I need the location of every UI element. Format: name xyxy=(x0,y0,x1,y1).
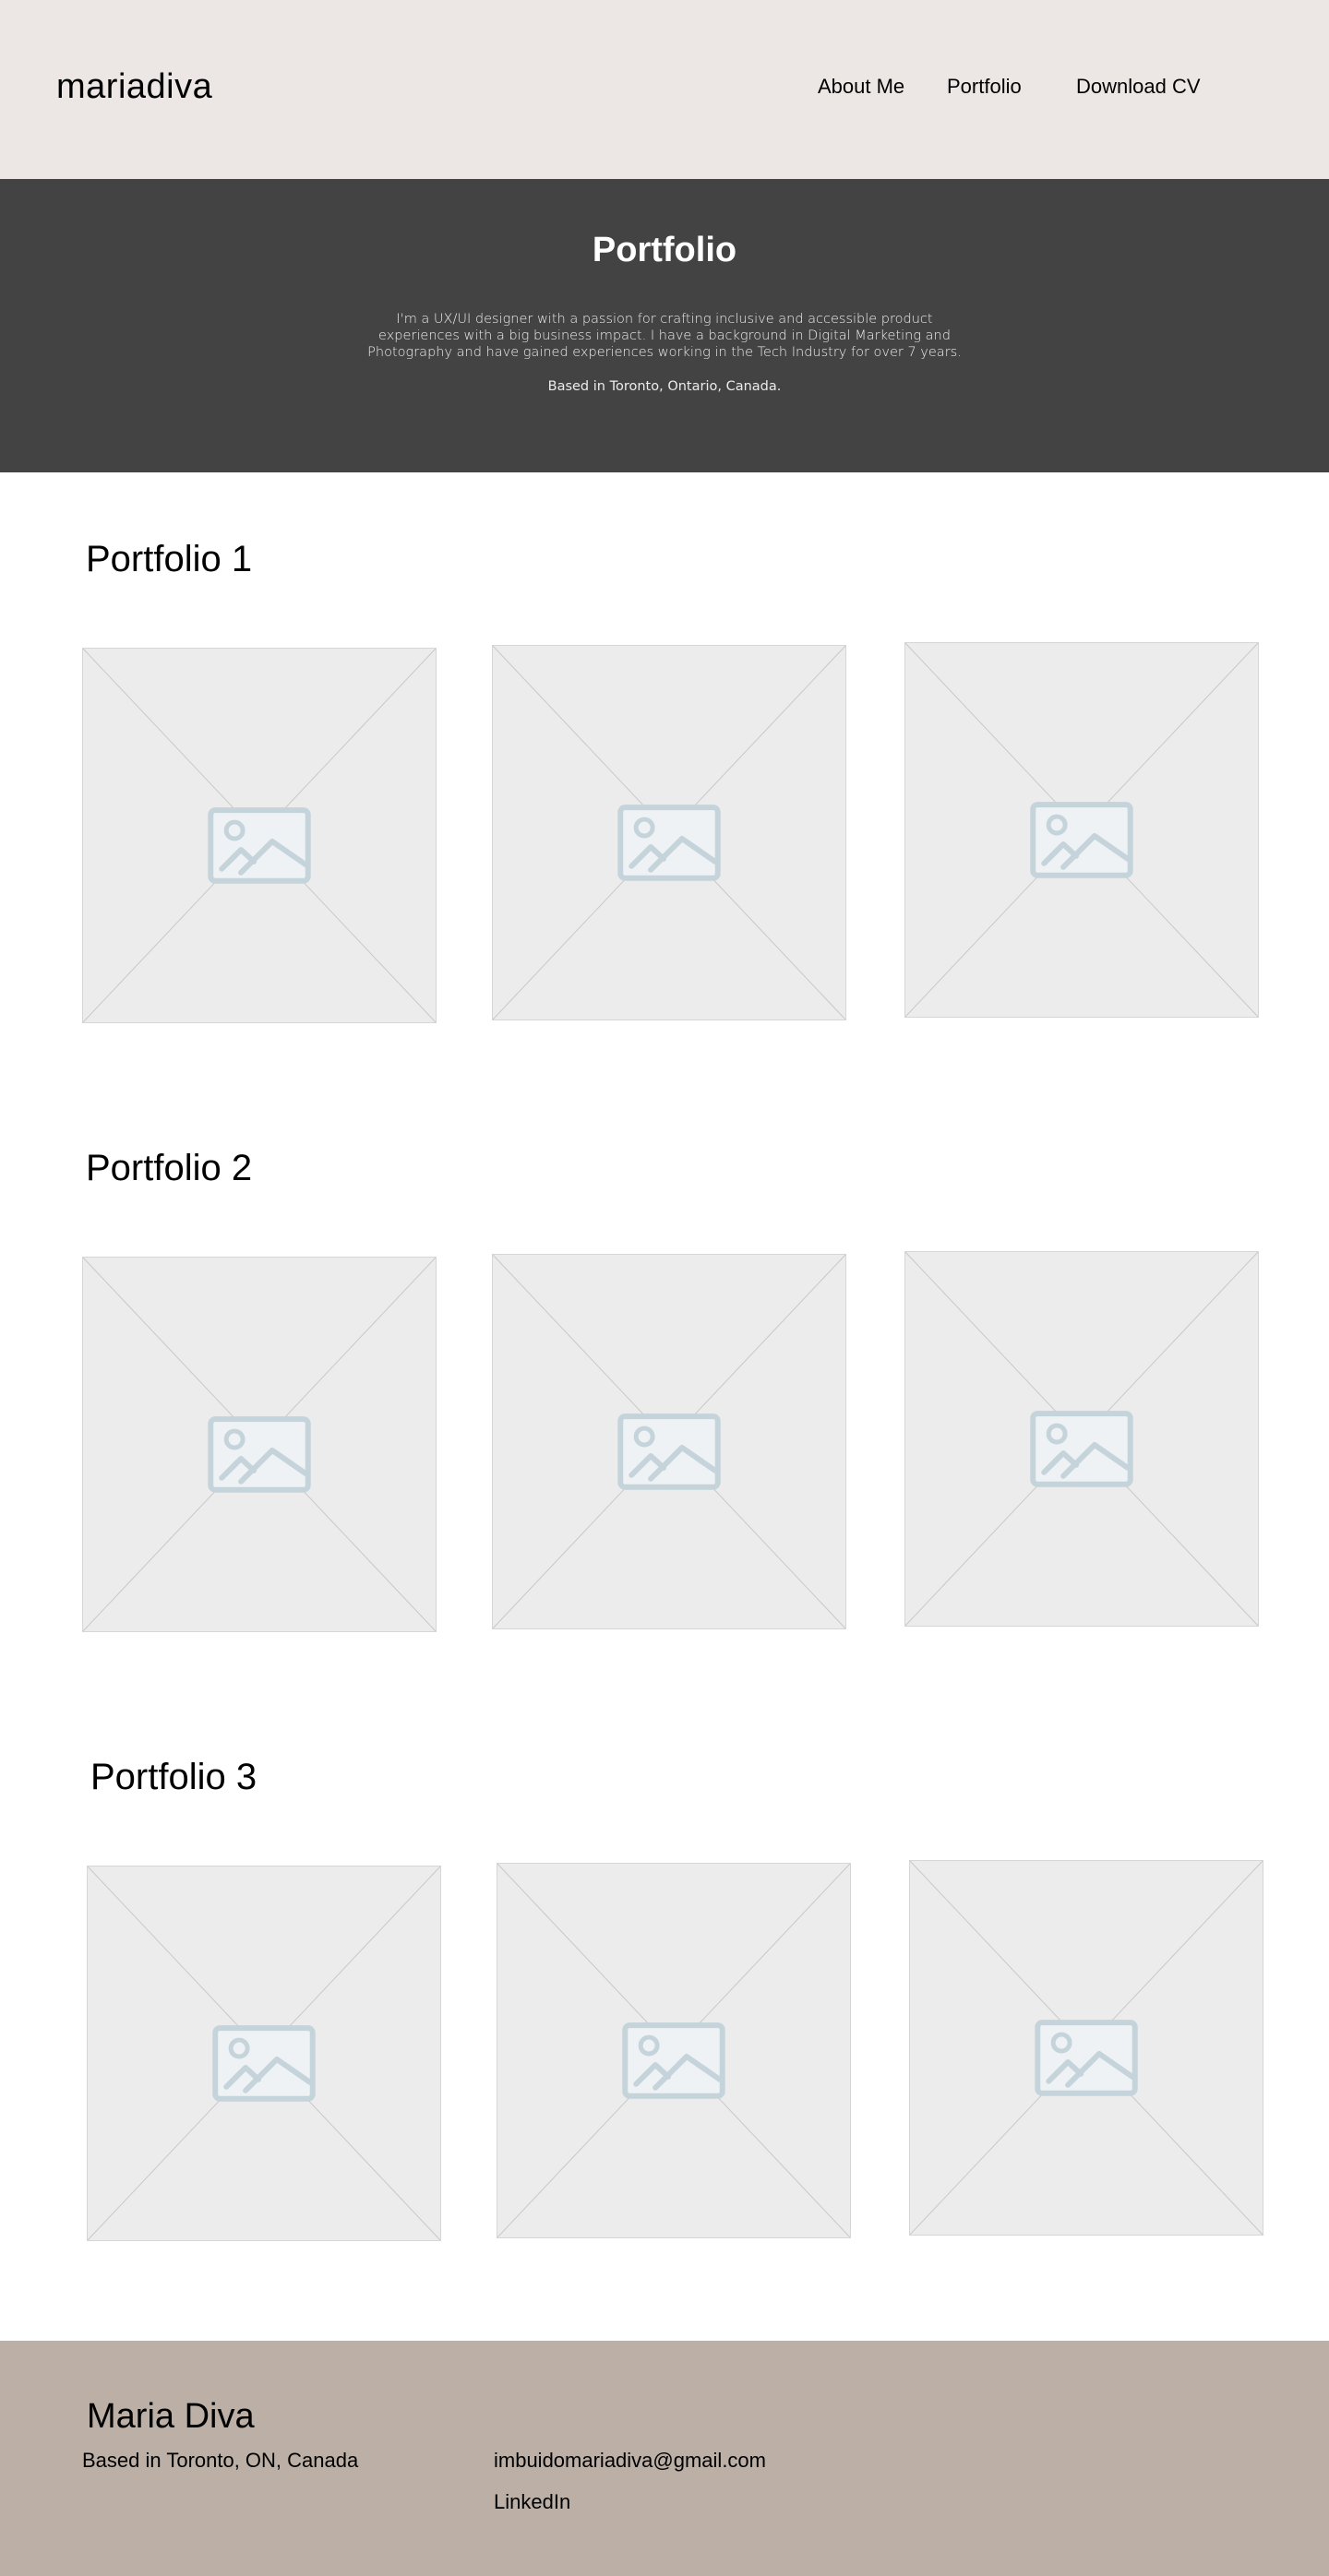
image-placeholder-icon xyxy=(497,1864,850,2237)
image-placeholder[interactable] xyxy=(497,1863,851,2238)
image-placeholder[interactable] xyxy=(87,1866,441,2241)
footer-email-link[interactable]: imbuidomariadiva@gmail.com xyxy=(494,2447,766,2475)
nav-about-me[interactable]: About Me xyxy=(818,70,904,103)
footer-linkedin-link[interactable]: LinkedIn xyxy=(494,2488,570,2516)
section-title-portfolio-1: Portfolio 1 xyxy=(86,539,253,579)
nav-portfolio[interactable]: Portfolio xyxy=(947,70,1022,103)
site-footer: Maria Diva Based in Toronto, ON, Canada … xyxy=(0,2341,1329,2576)
hero-description: I'm a UX/UI designer with a passion for … xyxy=(367,312,962,360)
image-placeholder-icon xyxy=(83,1258,436,1631)
page-title: Portfolio xyxy=(592,231,737,269)
hero-banner: Portfolio I'm a UX/UI designer with a pa… xyxy=(0,179,1329,472)
image-placeholder-icon xyxy=(493,646,845,1020)
site-header: mariadiva About Me Portfolio Download CV xyxy=(0,0,1329,179)
image-placeholder-icon xyxy=(83,649,436,1022)
image-placeholder-icon xyxy=(88,1866,440,2240)
image-placeholder[interactable] xyxy=(904,642,1259,1018)
hero-location: Based in Toronto, Ontario, Canada. xyxy=(547,379,782,394)
image-placeholder[interactable] xyxy=(82,648,437,1023)
image-placeholder-icon xyxy=(493,1255,845,1628)
footer-name: Maria Diva xyxy=(87,2397,255,2436)
footer-location: Based in Toronto, ON, Canada xyxy=(82,2449,359,2472)
image-placeholder[interactable] xyxy=(492,1254,846,1629)
site-logo[interactable]: mariadiva xyxy=(56,61,212,113)
image-placeholder-icon xyxy=(910,1861,1263,2235)
nav-download-cv[interactable]: Download CV xyxy=(1076,70,1201,103)
image-placeholder[interactable] xyxy=(492,645,846,1020)
section-title-portfolio-3: Portfolio 3 xyxy=(90,1757,257,1797)
image-placeholder-icon xyxy=(905,643,1258,1017)
image-placeholder[interactable] xyxy=(909,1860,1263,2236)
image-placeholder-icon xyxy=(905,1252,1258,1626)
image-placeholder[interactable] xyxy=(82,1257,437,1632)
image-placeholder[interactable] xyxy=(904,1251,1259,1627)
section-title-portfolio-2: Portfolio 2 xyxy=(86,1148,253,1188)
